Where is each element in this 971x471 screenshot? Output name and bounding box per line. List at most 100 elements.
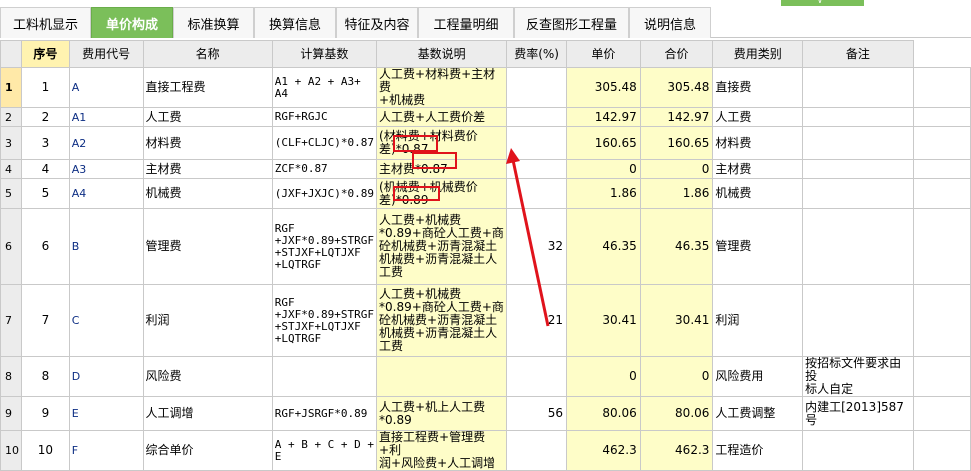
note-cell[interactable] <box>802 284 914 357</box>
note-cell[interactable] <box>802 67 914 108</box>
row-number[interactable]: 9 <box>0 396 22 431</box>
col-header-price[interactable]: 单价 <box>566 40 641 68</box>
tab-quantity-detail[interactable]: 工程量明细 <box>418 7 514 38</box>
name-cell[interactable]: 人工调增 <box>142 396 273 431</box>
type-cell[interactable]: 人工费调整 <box>712 396 804 431</box>
table-row[interactable]: 6 6 B 管理费 RGF +JXF*0.89+STRGF +STJXF+LQT… <box>0 208 971 285</box>
note-cell[interactable] <box>802 178 914 209</box>
type-cell[interactable]: 管理费 <box>712 208 804 285</box>
rate-cell[interactable] <box>506 159 568 179</box>
tab-unit-price-composition[interactable]: 单价构成 <box>91 7 173 38</box>
row-number[interactable]: 2 <box>0 107 22 127</box>
note-cell[interactable] <box>802 430 914 471</box>
table-row[interactable]: 2 2 A1 人工费 RGF+RGJC 人工费+人工费价差 142.97 142… <box>0 107 971 127</box>
seq-cell[interactable]: 1 <box>21 67 70 108</box>
row-number[interactable]: 3 <box>0 126 22 160</box>
tab-conversion-info[interactable]: 换算信息 <box>254 7 336 38</box>
table-row[interactable]: 7 7 C 利润 RGF +JXF*0.89+STRGF +STJXF+LQTJ… <box>0 284 971 357</box>
collapse-handle[interactable]: ∨ <box>781 0 864 6</box>
name-cell[interactable]: 机械费 <box>142 178 273 209</box>
code-cell[interactable]: F <box>68 430 144 471</box>
code-cell[interactable]: D <box>68 356 144 397</box>
tab-material-machine[interactable]: 工料机显示 <box>0 7 91 38</box>
name-cell[interactable]: 直接工程费 <box>142 67 273 108</box>
type-cell[interactable]: 直接费 <box>712 67 804 108</box>
code-cell[interactable]: A1 <box>68 107 144 127</box>
code-cell[interactable]: A3 <box>68 159 144 179</box>
tab-features-content[interactable]: 特征及内容 <box>336 7 418 38</box>
type-cell[interactable]: 利润 <box>712 284 804 357</box>
table-row[interactable]: 4 4 A3 主材费 ZCF*0.87 主材费*0.87 0 0 主材费 <box>0 159 971 179</box>
note-cell[interactable] <box>802 208 914 285</box>
tab-reverse-graphic-quantity[interactable]: 反查图形工程量 <box>514 7 629 38</box>
base-cell[interactable]: (JXF+JXJC)*0.89 <box>271 178 378 209</box>
table-row[interactable]: 10 10 F 综合单价 A + B + C + D + E 直接工程费+管理费… <box>0 430 971 471</box>
rate-cell[interactable] <box>506 67 568 108</box>
code-cell[interactable]: C <box>68 284 144 357</box>
table-row[interactable]: 9 9 E 人工调增 RGF+JSRGF*0.89 人工费+机上人工费 *0.8… <box>0 396 971 431</box>
base-cell[interactable]: RGF+JSRGF*0.89 <box>271 396 378 431</box>
col-header-rate[interactable]: 费率(%) <box>506 40 568 68</box>
seq-cell[interactable]: 8 <box>21 356 70 397</box>
tab-description-info[interactable]: 说明信息 <box>629 7 711 38</box>
note-cell[interactable] <box>802 126 914 160</box>
type-cell[interactable]: 风险费用 <box>712 356 804 397</box>
name-cell[interactable]: 人工费 <box>142 107 273 127</box>
row-number[interactable]: 6 <box>0 208 22 285</box>
row-number[interactable]: 8 <box>0 356 22 397</box>
base-cell[interactable]: RGF +JXF*0.89+STRGF +STJXF+LQTJXF +LQTRG… <box>271 284 378 357</box>
seq-cell[interactable]: 3 <box>21 126 70 160</box>
seq-cell[interactable]: 2 <box>21 107 70 127</box>
row-number[interactable]: 5 <box>0 178 22 209</box>
note-cell[interactable] <box>802 159 914 179</box>
table-row[interactable]: 5 5 A4 机械费 (JXF+JXJC)*0.89 (机械费+机械费价 差)*… <box>0 178 971 209</box>
seq-cell[interactable]: 5 <box>21 178 70 209</box>
seq-cell[interactable]: 4 <box>21 159 70 179</box>
seq-cell[interactable]: 10 <box>21 430 70 471</box>
rate-cell[interactable] <box>506 126 568 160</box>
col-header-name[interactable]: 名称 <box>142 40 273 68</box>
note-cell[interactable] <box>802 107 914 127</box>
row-number[interactable]: 4 <box>0 159 22 179</box>
col-header-base[interactable]: 计算基数 <box>271 40 378 68</box>
table-row[interactable]: 1 1 A 直接工程费 A1 + A2 + A3+ A4 人工费+材料费+主材费… <box>0 67 971 108</box>
name-cell[interactable]: 管理费 <box>142 208 273 285</box>
table-row[interactable]: 8 8 D 风险费 0 0 风险费用 按招标文件要求由投 标人自定 <box>0 356 971 397</box>
code-cell[interactable]: A <box>68 67 144 108</box>
row-number[interactable]: 10 <box>0 430 22 471</box>
tab-standard-conversion[interactable]: 标准换算 <box>173 7 254 38</box>
base-cell[interactable]: A1 + A2 + A3+ A4 <box>271 67 378 108</box>
row-number[interactable]: 1 <box>0 67 22 108</box>
seq-cell[interactable]: 6 <box>21 208 70 285</box>
type-cell[interactable]: 机械费 <box>712 178 804 209</box>
base-cell[interactable] <box>271 356 378 397</box>
note-cell[interactable]: 内建工[2013]587号 <box>802 396 914 431</box>
base-cell[interactable]: A + B + C + D + E <box>271 430 378 471</box>
rate-cell[interactable] <box>506 178 568 209</box>
row-number[interactable]: 7 <box>0 284 22 357</box>
code-cell[interactable]: E <box>68 396 144 431</box>
type-cell[interactable]: 材料费 <box>712 126 804 160</box>
seq-cell[interactable]: 9 <box>21 396 70 431</box>
base-cell[interactable]: RGF+RGJC <box>271 107 378 127</box>
code-cell[interactable]: A4 <box>68 178 144 209</box>
col-header-note[interactable]: 备注 <box>802 40 914 68</box>
col-header-seq[interactable]: 序号 <box>21 40 70 68</box>
col-header-code[interactable]: 费用代号 <box>68 40 144 68</box>
type-cell[interactable]: 工程造价 <box>712 430 804 471</box>
rate-cell[interactable]: 21 <box>506 284 568 357</box>
base-cell[interactable]: RGF +JXF*0.89+STRGF +STJXF+LQTJXF +LQTRG… <box>271 208 378 285</box>
col-header-total[interactable]: 合价 <box>639 40 714 68</box>
rate-cell[interactable] <box>506 430 568 471</box>
base-cell[interactable]: ZCF*0.87 <box>271 159 378 179</box>
seq-cell[interactable]: 7 <box>21 284 70 357</box>
rate-cell[interactable] <box>506 107 568 127</box>
name-cell[interactable]: 主材费 <box>142 159 273 179</box>
code-cell[interactable]: B <box>68 208 144 285</box>
rate-cell[interactable]: 56 <box>506 396 568 431</box>
rate-cell[interactable]: 32 <box>506 208 568 285</box>
name-cell[interactable]: 综合单价 <box>142 430 273 471</box>
col-header-base-desc[interactable]: 基数说明 <box>376 40 508 68</box>
note-cell[interactable]: 按招标文件要求由投 标人自定 <box>802 356 914 397</box>
col-header-type[interactable]: 费用类别 <box>712 40 804 68</box>
